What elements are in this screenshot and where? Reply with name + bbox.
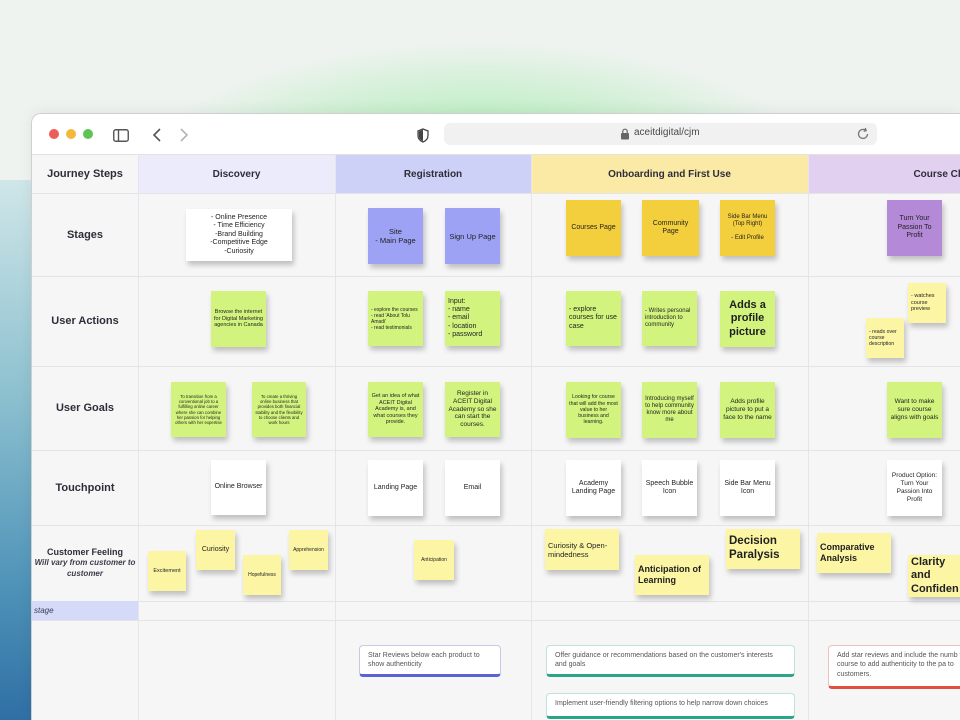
column-divider	[531, 155, 532, 720]
row-divider	[32, 601, 960, 602]
back-icon[interactable]	[147, 125, 167, 145]
sidebar-icon[interactable]	[111, 125, 131, 145]
row-divider	[32, 366, 960, 367]
phase-title: Course Ch	[913, 168, 960, 180]
sticky-note[interactable]: Get an idea of what ACEIT Digital Academ…	[368, 382, 423, 437]
row-label-stages: Stages	[66, 228, 104, 241]
recommendation-card[interactable]: Star Reviews below each product to show …	[359, 645, 501, 677]
sticky-note[interactable]: Anticipation of Learning	[635, 555, 709, 595]
zoom-window-button[interactable]	[83, 129, 93, 139]
sticky-note[interactable]: Looking for course that will add the mos…	[566, 382, 621, 438]
row-label-user-actions: User Actions	[51, 315, 119, 327]
sticky-note[interactable]: Adds profile picture to put a face to th…	[720, 382, 775, 438]
sticky-note[interactable]: Site - Main Page	[368, 208, 423, 264]
sticky-note[interactable]: Speech Bubble Icon	[642, 460, 697, 516]
close-window-button[interactable]	[49, 129, 59, 139]
sticky-note[interactable]: Register in ACEIT Digital Academy so she…	[445, 382, 500, 437]
sticky-note[interactable]: - reads over course description	[866, 318, 904, 358]
sticky-note[interactable]: - Writes personal introduction to commun…	[642, 291, 697, 346]
phase-header-course: Course Ch	[808, 155, 960, 193]
sticky-note[interactable]: Apprehension	[289, 530, 328, 570]
recommendation-card-text: Add star reviews and include the numb th…	[837, 652, 960, 678]
sticky-note[interactable]: Curiosity & Open-mindedness	[545, 529, 619, 570]
row-label-touchpoint: Touchpoint	[55, 481, 115, 494]
row-label-journey-steps: Journey Steps	[47, 168, 123, 180]
sticky-note[interactable]: - Online Presence - Time Efficiency -Bra…	[186, 209, 292, 261]
forward-icon[interactable]	[174, 125, 194, 145]
browser-toolbar: aceitdigital/cjm	[32, 114, 960, 155]
recommendation-card[interactable]: Add star reviews and include the numb th…	[828, 645, 960, 689]
sticky-note[interactable]: - explore courses for use case	[566, 291, 621, 346]
sticky-note[interactable]: - watches course preview	[908, 283, 946, 323]
sticky-note[interactable]: - explore the courses - read 'About Tolu…	[368, 291, 423, 346]
sticky-note[interactable]: Side Bar Menu Icon	[720, 460, 775, 516]
stage-label-box[interactable]: stage	[32, 601, 138, 620]
sticky-note[interactable]: Landing Page	[368, 460, 423, 516]
reload-icon[interactable]	[856, 127, 870, 141]
sticky-note[interactable]: Comparative Analysis	[817, 533, 891, 573]
row-divider	[32, 193, 960, 194]
sticky-note[interactable]: Community Page	[642, 200, 699, 256]
recommendation-card[interactable]: Offer guidance or recommendations based …	[546, 645, 795, 677]
sticky-note[interactable]: Online Browser	[211, 460, 266, 515]
sticky-note[interactable]: Academy Landing Page	[566, 460, 621, 516]
column-divider	[808, 155, 809, 720]
phase-header-discovery: Discovery	[138, 155, 335, 193]
phase-title: Registration	[403, 168, 463, 180]
row-divider	[32, 620, 960, 621]
address-bar[interactable]: aceitdigital/cjm	[444, 123, 877, 145]
sticky-note[interactable]: Email	[445, 460, 500, 516]
phase-header-registration: Registration	[335, 155, 531, 193]
row-label-user-goals: User Goals	[55, 402, 115, 414]
address-url: aceitdigital/cjm	[634, 127, 700, 138]
sticky-note[interactable]: Browse the internet for Digital Marketin…	[211, 291, 266, 347]
sticky-note[interactable]: Hopefulness	[243, 555, 281, 595]
sticky-note[interactable]: Anticipation	[414, 540, 454, 580]
phase-title: Discovery	[212, 168, 261, 180]
phase-title: Onboarding and First Use	[608, 168, 731, 180]
sticky-note[interactable]: Introducing myself to help community kno…	[642, 382, 697, 438]
row-label-customer-feeling: Customer Feeling Will vary from customer…	[32, 525, 138, 601]
sticky-note[interactable]: Curiosity	[196, 530, 235, 570]
sticky-note[interactable]: Decision Paralysis	[726, 529, 800, 569]
row-divider	[32, 450, 960, 451]
sticky-note[interactable]: Product Option: Turn Your Passion Into P…	[887, 460, 942, 516]
recommendation-card[interactable]: Implement user-friendly filtering option…	[546, 693, 795, 719]
column-divider	[138, 155, 139, 720]
customer-feeling-subtitle: Will vary from customer to customer	[34, 558, 136, 578]
sticky-note[interactable]: Courses Page	[566, 200, 621, 256]
sticky-note[interactable]: Want to make sure course aligns with goa…	[887, 382, 942, 438]
phase-header-onboarding: Onboarding and First Use	[531, 155, 808, 193]
journey-map-board: Discovery Registration Onboarding and Fi…	[32, 155, 960, 720]
sticky-note[interactable]: To transition from a conventional job to…	[171, 382, 226, 437]
sticky-note[interactable]: Sign Up Page	[445, 208, 500, 264]
shield-icon[interactable]	[413, 125, 433, 145]
sticky-note[interactable]: Excitement	[148, 551, 186, 591]
browser-window: aceitdigital/cjm Discovery Registration …	[31, 113, 960, 720]
lock-icon	[621, 128, 629, 140]
sticky-note[interactable]: Adds a profile picture	[720, 291, 775, 347]
sticky-note[interactable]: Turn Your Passion To Profit	[887, 200, 942, 256]
row-divider	[32, 276, 960, 277]
minimize-window-button[interactable]	[66, 129, 76, 139]
sticky-note[interactable]: Input: - name - email - location - passw…	[445, 291, 500, 346]
sticky-note[interactable]: Clarity and Confiden	[908, 555, 960, 597]
row-divider	[32, 525, 960, 526]
customer-feeling-title: Customer Feeling	[46, 547, 123, 557]
column-divider	[335, 155, 336, 720]
sticky-note[interactable]: Side Bar Menu (Top Right) - Edit Profile	[720, 200, 775, 256]
sticky-note[interactable]: To create a thriving online business tha…	[252, 382, 306, 437]
